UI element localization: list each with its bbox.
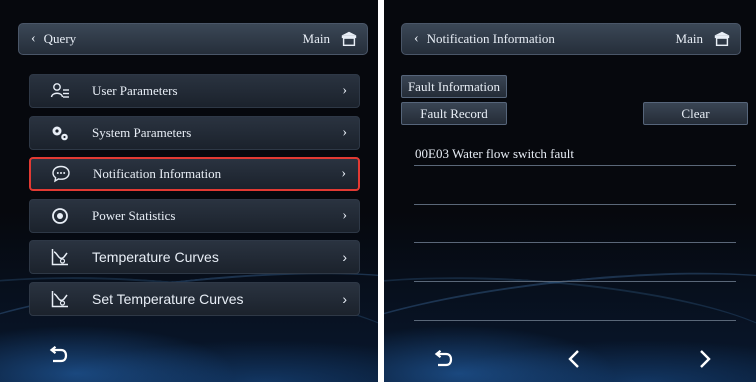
page-title: Query: [43, 31, 77, 46]
next-page-icon[interactable]: [698, 349, 712, 369]
chevron-right-icon: ›: [342, 249, 347, 265]
chevron-right-icon: ›: [341, 166, 346, 181]
previous-page-icon[interactable]: [567, 349, 581, 369]
menu-item-label: System Parameters: [92, 125, 192, 140]
menu-item-label: User Parameters: [92, 83, 178, 98]
tab-fault-information[interactable]: Fault Information: [401, 75, 507, 98]
menu-item-label: Temperature Curves: [92, 249, 219, 265]
menu-item-label: Power Statistics: [92, 208, 176, 223]
menu-item-temperature-curves[interactable]: Temperature Curves ›: [29, 240, 360, 274]
record-divider: [414, 165, 736, 166]
record-divider: [414, 204, 736, 205]
back-chevron-icon[interactable]: ‹: [31, 31, 36, 47]
curve-icon: [51, 291, 68, 308]
return-icon[interactable]: [48, 346, 68, 364]
back-chevron-icon[interactable]: ‹: [414, 31, 419, 47]
user-parameters-icon: [50, 83, 69, 98]
curve-icon: [51, 249, 68, 266]
menu-item-power-statistics[interactable]: Power Statistics ›: [29, 199, 360, 233]
home-icon[interactable]: [340, 30, 358, 48]
clear-button[interactable]: Clear: [643, 102, 748, 125]
menu-item-label: Set Temperature Curves: [92, 291, 244, 307]
main-label[interactable]: Main: [676, 31, 703, 47]
notification-screen: ‹ Notification Information Main Fault In…: [384, 0, 756, 382]
title-bar: ‹ Query Main: [18, 23, 368, 55]
record-divider: [414, 320, 736, 321]
menu-item-set-temperature-curves[interactable]: Set Temperature Curves ›: [29, 282, 360, 316]
home-icon[interactable]: [713, 30, 731, 48]
menu-item-system-parameters[interactable]: System Parameters ›: [29, 116, 360, 150]
power-icon: [52, 208, 68, 224]
record-divider: [414, 242, 736, 243]
menu-item-label: Notification Information: [93, 166, 222, 181]
fault-record-button[interactable]: Fault Record: [401, 102, 507, 125]
record-divider: [414, 281, 736, 282]
return-icon[interactable]: [433, 350, 453, 368]
main-label[interactable]: Main: [303, 31, 330, 47]
menu-item-notification-information[interactable]: Notification Information ›: [29, 157, 360, 191]
page-title: Notification Information: [426, 31, 555, 46]
query-screen: ‹ Query Main User Parameters › System Pa…: [0, 0, 378, 382]
menu-item-user-parameters[interactable]: User Parameters ›: [29, 74, 360, 108]
fault-record-entry: 00E03 Water flow switch fault: [415, 146, 575, 161]
title-bar: ‹ Notification Information Main: [401, 23, 741, 55]
chevron-right-icon: ›: [342, 125, 347, 140]
chat-bubble-icon: [52, 165, 70, 183]
chevron-right-icon: ›: [342, 291, 347, 307]
chevron-right-icon: ›: [342, 83, 347, 98]
gears-icon: [52, 126, 68, 141]
chevron-right-icon: ›: [342, 208, 347, 223]
